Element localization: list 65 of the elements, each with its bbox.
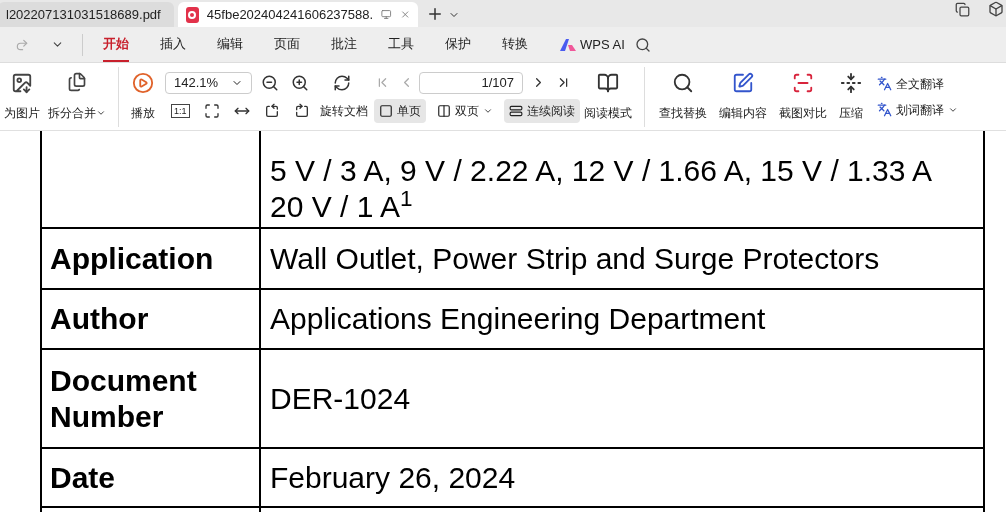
zoom-select[interactable]: 142.1%	[165, 71, 252, 94]
view-mode-button[interactable]: 单页	[373, 98, 426, 123]
view-mode-button[interactable]: 连续阅读	[503, 98, 580, 123]
zoom-in-icon[interactable]	[291, 73, 309, 92]
files-icon	[67, 71, 87, 92]
translate-button[interactable]: 划词翻译	[876, 100, 958, 119]
translate-button[interactable]: 全文翻译	[876, 74, 958, 93]
reading-mode-button[interactable]: 阅读模式	[579, 68, 636, 125]
play-button[interactable]: 播放	[127, 68, 159, 125]
value-text: February 26, 2024	[270, 459, 517, 496]
label-cell: Date	[50, 459, 116, 496]
translate-icon	[876, 102, 892, 117]
single-page-icon	[378, 103, 393, 118]
document-tab[interactable]: l202207131031518689.pdf	[0, 2, 174, 27]
ai-button[interactable]: WPS AI	[560, 34, 625, 55]
split-merge-button[interactable]: 拆分合并	[44, 68, 110, 125]
fit-page-icon[interactable]	[203, 102, 220, 119]
new-tab-icon[interactable]	[426, 5, 444, 23]
actual-size-icon[interactable]: 1:1	[171, 103, 190, 118]
ai-logo-icon	[560, 38, 576, 51]
to-image-button[interactable]: 为图片	[0, 68, 44, 125]
translate-icon	[876, 76, 892, 91]
tab-title: 45fbe202404241606237588.	[206, 5, 374, 24]
label-cell: Application	[50, 240, 214, 277]
menu-tab[interactable]: 插入	[160, 27, 186, 62]
menu-tab[interactable]: 转换	[502, 27, 528, 62]
value-text: 20 V / 1 A$^{1}$	[270, 189, 414, 225]
continuous-icon	[508, 103, 523, 118]
play-icon	[132, 71, 154, 94]
two-page-icon	[436, 103, 451, 118]
menu-tab[interactable]: 编辑	[217, 27, 243, 62]
tool-button[interactable]: 编辑内容	[714, 68, 771, 125]
edit-icon	[731, 71, 754, 94]
page-field[interactable]: 1/107	[419, 71, 523, 94]
compress-icon	[839, 71, 862, 94]
label-cell-text: Document Number	[50, 362, 198, 435]
search-icon	[671, 71, 694, 94]
window-restore-icon[interactable]	[955, 2, 970, 17]
label-cell: Author	[50, 301, 149, 337]
monitor-icon[interactable]	[381, 8, 392, 21]
cube-icon[interactable]	[988, 1, 1004, 17]
menu-tab[interactable]: 页面	[274, 27, 300, 62]
tab-title: l202207131031518689.pdf	[6, 5, 161, 24]
value-text: 5 V / 3 A, 9 V / 2.22 A, 12 V / 1.66 A, 15 V / 1.33 A	[270, 153, 934, 189]
rotate-left-icon[interactable]	[263, 102, 280, 119]
image-icon	[11, 71, 33, 94]
menu-tab[interactable]: 批注	[331, 27, 357, 62]
pdf-app-icon	[186, 6, 199, 23]
value-text: Wall Outlet, Power Strip and Surge Protectors	[270, 240, 881, 277]
rotate-pages-icon[interactable]	[333, 73, 351, 92]
document-tab[interactable]: 45fbe202404241606237588.	[178, 2, 418, 27]
value-text: Applications Engineering Department	[270, 301, 767, 337]
tool-button[interactable]: 压缩	[834, 68, 867, 125]
rotate-document-button[interactable]: 旋转文档	[319, 101, 368, 120]
value-text: DER-1024	[270, 380, 412, 417]
menu-tab[interactable]: 工具	[388, 27, 414, 62]
search-icon[interactable]	[634, 36, 651, 53]
rotate-right-icon[interactable]	[293, 102, 310, 119]
tool-button[interactable]: 截图对比	[774, 68, 831, 125]
book-icon	[596, 71, 619, 94]
scan-icon	[791, 71, 814, 94]
zoom-out-icon[interactable]	[261, 73, 279, 92]
view-mode-button[interactable]: 双页	[431, 98, 498, 123]
menu-tab[interactable]: 保护	[445, 27, 471, 62]
tool-button[interactable]: 查找替换	[654, 68, 711, 125]
